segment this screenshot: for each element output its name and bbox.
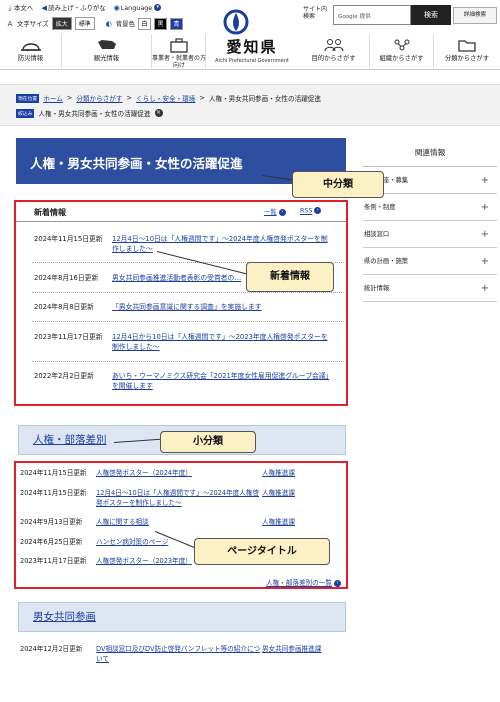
side-item-consultation[interactable]: 相談窓口 + <box>363 221 497 248</box>
speaker-icon: ◀ <box>41 4 47 12</box>
plus-icon: + <box>480 229 489 240</box>
annotation-box-subcategory-list <box>14 461 348 589</box>
bg-white-button[interactable]: 白 <box>137 17 151 30</box>
bg-black-button[interactable]: 黒 <box>153 17 167 30</box>
font-size-label: 文字サイズ <box>17 20 49 28</box>
breadcrumb-separator: > <box>126 94 133 102</box>
plus-icon: + <box>480 283 489 294</box>
callout-page-title: ページタイトル <box>194 538 330 565</box>
bgcolor-label: 背景色 <box>115 20 135 28</box>
related-info-heading: 関連情報 <box>363 144 497 167</box>
side-item-label: 統計情報 <box>364 285 390 292</box>
site-search-label: サイト内検索 <box>303 6 328 20</box>
filter-tag: 絞込み <box>16 108 35 118</box>
gnav-category[interactable]: 分類からさがす <box>434 34 500 70</box>
breadcrumb-separator: > <box>66 94 73 102</box>
breadcrumb-home[interactable]: ホーム <box>43 93 63 103</box>
callout-shinchaku: 新着情報 <box>246 262 334 292</box>
briefcase-icon <box>169 38 188 53</box>
close-icon[interactable]: × <box>154 109 163 117</box>
filter-value: 人権・男女共同参画・女性の活躍促進 <box>38 110 151 118</box>
side-item-label: 相談窓口 <box>364 231 390 238</box>
utility-row-bottom: A 文字サイズ 拡大 標準 ◐ 背景色 白 黒 青 <box>6 17 183 30</box>
gnav-disaster[interactable]: 防災情報 <box>0 34 62 70</box>
side-item-label: 県の計画・施策 <box>364 258 409 265</box>
section-title: 人権・部落差別 <box>33 434 107 446</box>
plus-icon: + <box>480 202 489 213</box>
font-size-icon: A <box>7 19 13 28</box>
callout-chubunrui: 中分類 <box>292 171 384 198</box>
people-icon <box>324 39 343 52</box>
side-item-label: 条例・制度 <box>364 204 396 211</box>
gnav-tourism[interactable]: 観光情報 <box>62 34 152 70</box>
brand-name-en: Aichi Prefectural Government <box>215 58 289 64</box>
section-heading[interactable]: 男女共同参画 <box>18 602 346 632</box>
bg-blue-button[interactable]: 青 <box>169 17 183 30</box>
globe-icon: ◉ <box>113 3 120 12</box>
helmet-icon <box>20 43 41 51</box>
plus-icon: + <box>480 256 489 267</box>
breadcrumb-current: 人権・男女共同参画・女性の活躍促進 <box>208 95 321 103</box>
brand[interactable]: 愛知県 Aichi Prefectural Government <box>206 36 298 64</box>
item-date: 2024年12月2日更新 <box>20 645 83 653</box>
brand-name: 愛知県 <box>226 38 278 56</box>
org-icon <box>394 39 409 51</box>
side-item-ordinance[interactable]: 条例・制度 + <box>363 194 497 221</box>
font-standard-button[interactable]: 標準 <box>74 17 95 30</box>
aichi-logo-icon[interactable] <box>222 8 250 36</box>
side-item-statistics[interactable]: 統計情報 + <box>363 275 497 302</box>
utility-row-top: ⤓ 本文へ ◀読み上げ・ふりがな ◉Language ▾ <box>6 3 162 12</box>
breadcrumb-category[interactable]: 分類からさがす <box>76 93 122 103</box>
annotation-box-news <box>14 200 348 406</box>
gnav-organization[interactable]: 組織からさがす <box>370 34 434 70</box>
advanced-search-button[interactable]: 詳細検索 <box>453 7 497 24</box>
font-large-button[interactable]: 拡大 <box>51 17 72 30</box>
skip-to-main-link[interactable]: ⤓ 本文へ <box>6 3 33 12</box>
gnav-business[interactable]: 事業者・就業者の方向け <box>152 34 206 70</box>
gnav-purpose[interactable]: 目的からさがす <box>298 34 370 70</box>
download-arrow-icon: ⤓ <box>8 4 12 12</box>
search-button[interactable]: 検索 <box>411 5 451 25</box>
search-input[interactable]: Google 提供 <box>333 5 411 25</box>
cow-icon <box>97 40 116 49</box>
breadcrumb: 現在位置 ホーム > 分類からさがす > くらし・安全・環境 > 人権・男女共同… <box>16 93 321 103</box>
readaloud-link[interactable]: ◀読み上げ・ふりがな <box>40 3 105 12</box>
callout-shobunrui: 小分類 <box>160 431 256 453</box>
language-link[interactable]: ◉Language ▾ <box>113 4 162 12</box>
folder-icon <box>458 40 476 52</box>
breadcrumb-life[interactable]: くらし・安全・環境 <box>136 93 195 103</box>
related-info-panel: 関連情報 …・講座・募集 + 条例・制度 + 相談窓口 + 県の計画・施策 + 統計情報… <box>363 144 497 302</box>
list-item: 2024年12月2日更新 DV相談窓口及びDV防止啓発パンフレット等の紹介につい… <box>20 645 342 664</box>
item-link[interactable]: DV相談窓口及びDV防止啓発パンフレット等の紹介について <box>96 645 262 664</box>
plus-icon: + <box>480 175 489 186</box>
palette-icon: ◐ <box>105 19 112 28</box>
current-location-tag: 現在位置 <box>16 93 40 103</box>
breadcrumb-band: 現在位置 ホーム > 分類からさがす > くらし・安全・環境 > 人権・男女共同… <box>0 84 500 126</box>
side-item-plans[interactable]: 県の計画・施策 + <box>363 248 497 275</box>
breadcrumb-separator: > <box>199 94 205 102</box>
section-title: 男女共同参画 <box>33 611 96 623</box>
item-category[interactable]: 男女共同参画推進課 <box>262 645 342 664</box>
filter-row: 絞込み 人権・男女共同参画・女性の活躍促進 × <box>16 108 163 118</box>
chevron-down-icon: ▾ <box>154 4 162 11</box>
